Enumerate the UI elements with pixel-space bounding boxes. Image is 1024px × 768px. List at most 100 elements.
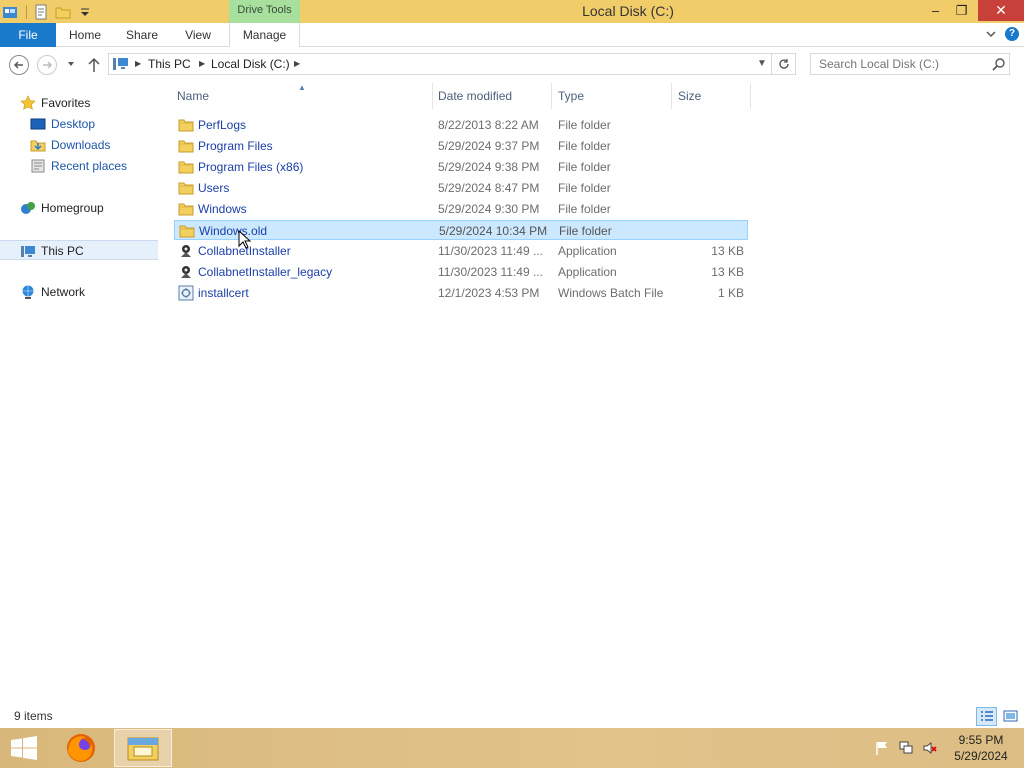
drive-tools-label: Drive Tools (229, 0, 300, 23)
table-row[interactable]: Users 5/29/2024 8:47 PM File folder (174, 178, 748, 198)
help-button[interactable]: ? (1005, 27, 1019, 41)
large-icons-view-icon (1003, 710, 1018, 722)
nav-recent-places[interactable]: Recent places (0, 156, 160, 176)
properties-icon[interactable] (33, 4, 49, 20)
address-row: ▶ This PC ▶ Local Disk (C:) ▶ ▼ (0, 47, 1024, 83)
file-name[interactable]: CollabnetInstaller_legacy (198, 262, 332, 282)
nav-favorites[interactable]: Favorites (0, 93, 160, 113)
table-row[interactable]: installcert 12/1/2023 4:53 PM Windows Batc… (174, 283, 748, 303)
large-icons-view-button[interactable] (1000, 707, 1021, 726)
table-row[interactable]: PerfLogs 8/22/2013 8:22 AM File folder (174, 115, 748, 135)
file-type: Windows Batch File (558, 286, 664, 300)
refresh-icon (778, 59, 789, 69)
quick-access-toolbar (0, 0, 93, 23)
tab-share[interactable]: Share (118, 23, 166, 47)
file-name[interactable]: PerfLogs (198, 115, 246, 135)
folder-icon (178, 182, 194, 195)
taskbar-firefox[interactable] (52, 729, 110, 767)
recent-locations-icon[interactable] (66, 59, 76, 69)
table-row[interactable]: CollabnetInstaller 11/30/2023 11:49 ... Ap… (174, 241, 748, 261)
column-divider[interactable] (432, 83, 433, 109)
batch-file-icon (178, 285, 194, 301)
file-date-modified: 12/1/2023 4:53 PM (438, 286, 540, 300)
nav-network[interactable]: Network (0, 282, 160, 302)
file-name[interactable]: installcert (198, 283, 249, 303)
column-divider[interactable] (671, 83, 672, 109)
this-pc-icon (113, 58, 128, 70)
column-header-size[interactable]: Size (678, 83, 750, 109)
customize-qat-icon[interactable] (77, 4, 93, 20)
nav-this-pc[interactable]: This PC (0, 240, 158, 260)
minimize-button[interactable]: ‒ (922, 0, 949, 21)
details-view-icon (981, 711, 993, 721)
clock-date: 5/29/2024 (954, 749, 1008, 763)
file-name[interactable]: Program Files (x86) (198, 157, 303, 177)
tab-home[interactable]: Home (60, 23, 110, 47)
details-view-button[interactable] (976, 707, 997, 726)
expand-ribbon-icon[interactable] (984, 27, 998, 41)
clock-time: 9:55 PM (958, 733, 1004, 747)
breadcrumb-separator-icon[interactable]: ▶ (135, 54, 141, 74)
refresh-button[interactable] (772, 53, 796, 75)
column-header-date-modified[interactable]: Date modified (438, 83, 550, 109)
address-dropdown-icon[interactable]: ▼ (757, 54, 767, 74)
column-header-name[interactable]: Name (177, 83, 432, 109)
folder-icon (178, 203, 194, 216)
windows-start-icon[interactable] (10, 736, 38, 760)
nav-downloads[interactable]: Downloads (0, 135, 160, 155)
star-icon (20, 95, 36, 110)
network-tray-icon[interactable] (898, 740, 914, 756)
column-divider[interactable] (750, 83, 751, 109)
breadcrumb-separator-icon[interactable]: ▶ (199, 54, 205, 74)
close-button[interactable]: ✕ (978, 0, 1024, 21)
maximize-button[interactable]: ❐ (948, 0, 975, 21)
nav-desktop-label: Desktop (51, 117, 96, 131)
action-center-flag-icon[interactable] (874, 740, 890, 756)
taskbar-clock[interactable]: 9:55 PM 5/29/2024 (946, 732, 1016, 764)
table-row[interactable]: Program Files (x86) 5/29/2024 9:38 PM File… (174, 157, 748, 177)
file-name[interactable]: Program Files (198, 136, 273, 156)
table-row[interactable]: CollabnetInstaller_legacy 11/30/2023 11:4… (174, 262, 748, 282)
file-size: 1 KB (717, 286, 744, 300)
taskbar-file-explorer[interactable] (114, 729, 172, 767)
file-type: File folder (558, 118, 611, 132)
up-arrow-icon[interactable] (86, 56, 102, 74)
ribbon-tabs: File Home Share View Manage ? (0, 23, 1024, 48)
forward-button[interactable] (37, 55, 57, 75)
back-button[interactable] (9, 55, 29, 75)
nav-homegroup[interactable]: Homegroup (0, 198, 160, 218)
column-divider[interactable] (551, 83, 552, 109)
nav-downloads-label: Downloads (51, 138, 111, 152)
file-type: File folder (558, 160, 611, 174)
tab-file[interactable]: File (0, 23, 56, 47)
breadcrumb-separator-icon[interactable]: ▶ (294, 54, 300, 74)
search-input[interactable] (811, 54, 981, 74)
back-arrow-icon (14, 61, 23, 69)
file-name[interactable]: Windows.old (199, 221, 267, 241)
file-name[interactable]: Users (198, 178, 229, 198)
address-bar[interactable]: ▶ This PC ▶ Local Disk (C:) ▶ ▼ (108, 53, 772, 75)
tab-manage[interactable]: Manage (229, 23, 300, 48)
file-list: ▲ Name Date modified Type Size PerfLogs 8… (172, 83, 1024, 703)
table-row[interactable]: Program Files 5/29/2024 9:37 PM File folde… (174, 136, 748, 156)
desktop-icon (30, 118, 46, 130)
volume-muted-icon[interactable] (922, 740, 938, 756)
file-size: 13 KB (711, 265, 744, 279)
search-icon[interactable] (992, 57, 1006, 71)
breadcrumb-this-pc[interactable]: This PC (148, 54, 191, 74)
table-row[interactable]: Windows.old 5/29/2024 10:34 PM File folder (174, 220, 748, 240)
nav-network-label: Network (41, 285, 86, 299)
nav-desktop[interactable]: Desktop (0, 114, 160, 134)
new-folder-icon[interactable] (55, 4, 71, 20)
table-row[interactable]: Windows 5/29/2024 9:30 PM File folder (174, 199, 748, 219)
breadcrumb-local-disk[interactable]: Local Disk (C:) (211, 54, 290, 74)
column-header-type[interactable]: Type (558, 83, 670, 109)
search-box[interactable] (810, 53, 1010, 75)
tab-view[interactable]: View (176, 23, 220, 47)
navigation-pane: Favorites Desktop Downloads Recent place… (0, 83, 170, 703)
file-date-modified: 5/29/2024 9:30 PM (438, 202, 540, 216)
explorer-window-icon[interactable] (2, 4, 18, 20)
file-name[interactable]: Windows (198, 199, 247, 219)
file-type: File folder (558, 202, 611, 216)
file-type: File folder (558, 139, 611, 153)
